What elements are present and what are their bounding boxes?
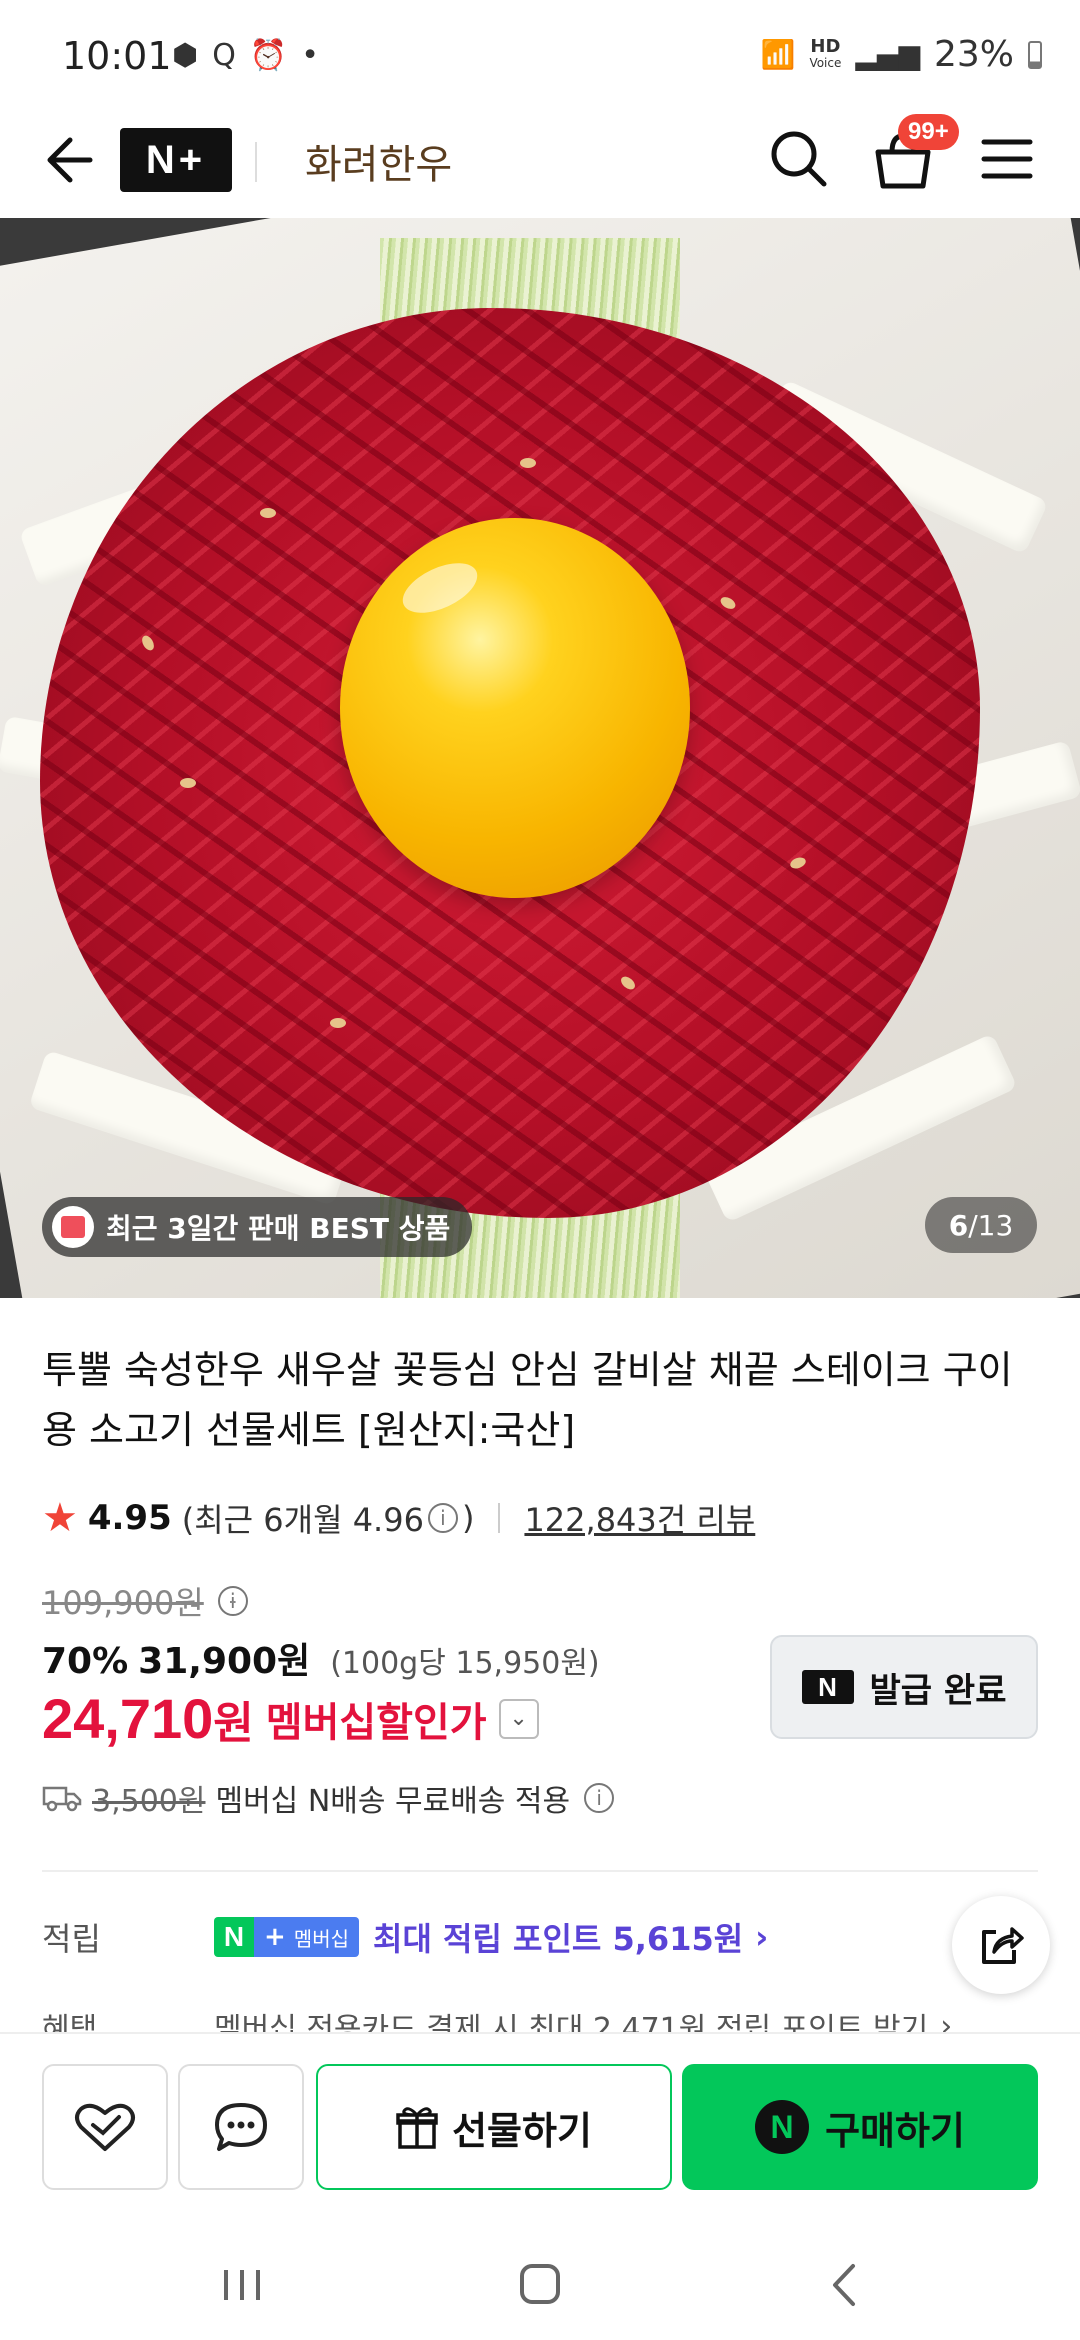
image-counter-total: 13	[977, 1208, 1014, 1242]
naver-membership-badge: N + 멤버십	[214, 1917, 359, 1957]
price-info-icon[interactable]: i	[217, 1586, 248, 1616]
app-notification-icon: ⬢	[172, 38, 199, 73]
discount-rate: 70%	[42, 1641, 129, 1682]
sale-price: 31,900원	[138, 1641, 311, 1682]
sesame-seed	[520, 458, 536, 468]
naver-n-icon: N	[801, 1670, 854, 1704]
wifi-icon: 📶	[760, 38, 796, 71]
rating-divider	[498, 1503, 501, 1533]
battery-icon	[1028, 40, 1042, 69]
alarm-icon: ⏰	[249, 38, 288, 73]
home-icon[interactable]	[510, 2258, 570, 2312]
points-label: 적립	[42, 1920, 101, 1958]
q-notification-icon: Q	[212, 38, 236, 73]
image-counter-separator: /	[968, 1208, 978, 1242]
product-image-gallery[interactable]	[0, 218, 1080, 1298]
truck-icon	[42, 1786, 82, 1812]
original-price: 109,900원	[42, 1584, 204, 1622]
unit-price: (100g당 15,950원)	[330, 1646, 600, 1681]
buy-button-label: 구매하기	[825, 2108, 965, 2153]
chat-bubble-icon	[215, 2103, 267, 2151]
store-brand-name[interactable]: 화려한우	[305, 132, 452, 190]
coupon-issued-button[interactable]: N 발급 완료	[770, 1635, 1038, 1739]
recent-rating-text: (최근 6개월 4.96	[181, 1501, 424, 1539]
shipping-info-icon[interactable]: i	[584, 1783, 615, 1813]
shipping-fee-old: 3,500원	[92, 1784, 206, 1819]
header-divider	[255, 142, 257, 182]
hamburger-menu-icon[interactable]	[978, 130, 1036, 188]
best-seller-badge: 최근 3일간 판매 BEST 상품	[42, 1197, 473, 1257]
section-divider	[42, 1870, 1038, 1872]
rating-row: ★ 4.95 (최근 6개월 4.96 i ) 122,843건 리뷰	[42, 1495, 755, 1541]
image-counter-current: 6	[948, 1208, 969, 1242]
chevron-right-icon: ›	[755, 1918, 769, 1956]
status-time: 10:01	[62, 34, 172, 78]
naver-pay-icon: N	[755, 2100, 810, 2154]
egg-yolk-graphic	[340, 518, 690, 898]
buy-button[interactable]: N 구매하기	[682, 2064, 1038, 2190]
status-notification-icons: ⬢ Q ⏰ •	[172, 38, 319, 73]
shipping-text: 멤버십 N배송 무료배송 적용	[215, 1784, 571, 1819]
app-header: N+ 화려한우 99+	[0, 110, 1080, 218]
back-arrow-icon[interactable]	[38, 130, 98, 190]
status-right: 📶 HD Voice ▂▄▆ 23%	[761, 34, 1042, 75]
gift-button[interactable]: 선물하기	[316, 2064, 672, 2190]
naver-plus-logo[interactable]: N+	[120, 128, 232, 192]
points-row[interactable]: 적립 N + 멤버십 최대 적립 포인트 5,615원 ›	[42, 1914, 768, 1960]
share-button[interactable]	[952, 1896, 1050, 1994]
coupon-issued-label: 발급 완료	[869, 1670, 1007, 1711]
chevron-down-icon[interactable]: ⌄	[498, 1698, 539, 1739]
shipping-row: 3,500원 멤버십 N배송 무료배송 적용 i	[42, 1776, 618, 1820]
back-icon[interactable]	[815, 2258, 875, 2312]
rating-value: 4.95	[87, 1498, 172, 1538]
sale-price-row: 70% 31,900원 (100g당 15,950원)	[42, 1632, 600, 1684]
system-navigation-bar	[0, 2228, 1080, 2340]
gift-box-icon	[52, 1206, 94, 1248]
signal-icon: ▂▄▆	[855, 38, 920, 71]
gift-button-label: 선물하기	[452, 2108, 592, 2153]
cart-count-badge: 99+	[898, 114, 959, 150]
info-icon[interactable]: i	[427, 1503, 458, 1533]
search-icon[interactable]	[766, 126, 832, 192]
sesame-seed	[180, 778, 196, 788]
more-dot-icon: •	[301, 38, 319, 73]
member-price-row: 24,710원 멤버십할인가 ⌄	[42, 1686, 539, 1751]
wishlist-button[interactable]	[42, 2064, 168, 2190]
product-title: 투뿔 숙성한우 새우살 꽃등심 안심 갈비살 채끝 스테이크 구이용 소고기 선…	[42, 1348, 1013, 1452]
recent-apps-icon[interactable]	[212, 2258, 272, 2312]
battery-text: 23%	[933, 34, 1014, 75]
member-price: 24,710원	[42, 1687, 254, 1750]
status-bar: 10:01 ⬢ Q ⏰ • 📶 HD Voice ▂▄▆ 23%	[0, 0, 1080, 110]
best-seller-text: 최근 3일간 판매 BEST 상품	[106, 1212, 451, 1245]
review-count-link[interactable]: 122,843건 리뷰	[524, 1495, 755, 1541]
sesame-seed	[260, 508, 276, 518]
talk-button[interactable]	[178, 2064, 304, 2190]
recent-rating-close: )	[461, 1499, 475, 1537]
image-counter: 6 / 13	[925, 1197, 1037, 1253]
bottom-action-bar: 선물하기 N 구매하기	[0, 2032, 1080, 2228]
gift-icon	[396, 2107, 438, 2149]
heart-check-icon	[75, 2103, 135, 2151]
sesame-seed	[330, 1018, 346, 1028]
max-points-text: 최대 적립 포인트 5,615원	[373, 1920, 744, 1958]
volte-indicator: HD Voice	[809, 35, 842, 70]
member-price-label: 멤버십할인가	[265, 1699, 487, 1746]
star-icon: ★	[42, 1495, 78, 1541]
original-price-row: 109,900원 i	[42, 1578, 252, 1624]
share-icon	[982, 1927, 1024, 1964]
